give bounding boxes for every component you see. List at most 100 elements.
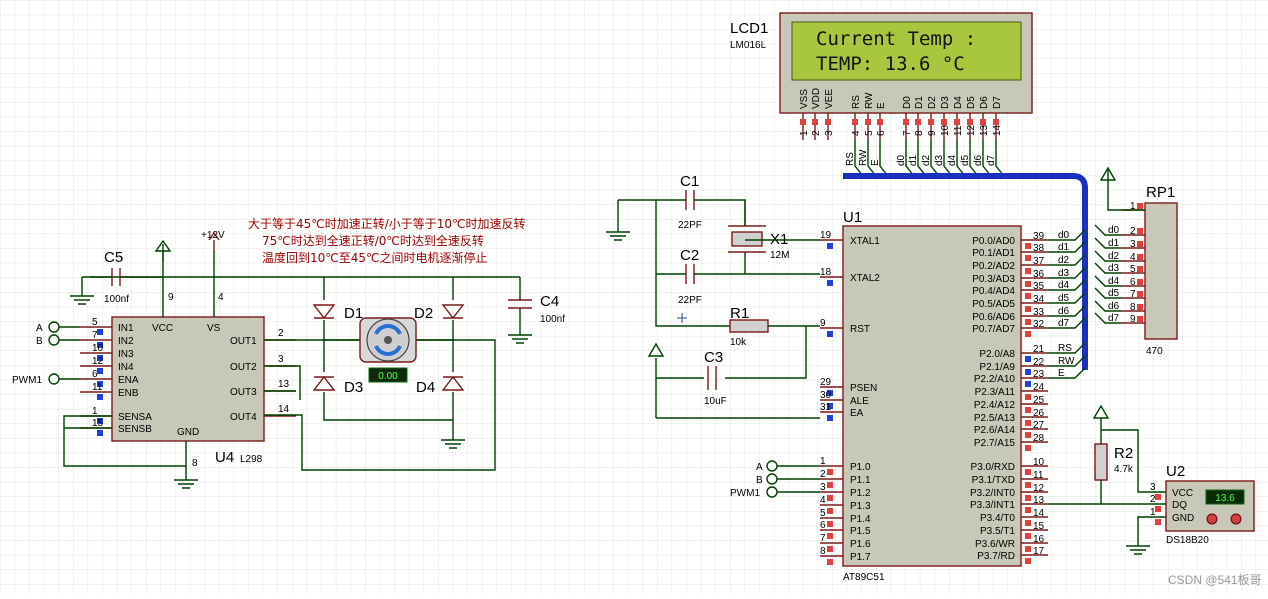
u1-pin-dot xyxy=(827,482,833,488)
u1-p3-pin-name: P3.3/INT1 xyxy=(970,500,1015,511)
u4-right-pin-number: 3 xyxy=(278,354,284,365)
u4-input-terminal[interactable] xyxy=(48,373,60,385)
schematic-canvas: Current Temp : TEMP: 13.6 °C LCD1 LM016L… xyxy=(0,0,1268,594)
lcd-net-label: d7 xyxy=(986,154,997,166)
u4-left-pin-name: IN4 xyxy=(118,362,134,373)
u4-left-pin-number: 7 xyxy=(92,330,98,341)
u1-pin-dot xyxy=(1025,507,1031,513)
r1-value: 10k xyxy=(730,337,747,348)
rp1-value: 470 xyxy=(1146,346,1163,357)
c1-value: 22PF xyxy=(678,220,702,231)
lcd-pin-dot xyxy=(928,119,934,125)
u1-left-pin-name: PSEN xyxy=(850,383,877,394)
lcd-net-label: d4 xyxy=(947,154,958,166)
u2-pin-name: DQ xyxy=(1172,500,1187,511)
u1-input-terminal[interactable] xyxy=(766,473,778,485)
u1-left-pin-number: 18 xyxy=(820,267,832,278)
u1-p2-pin-name: P2.3/A11 xyxy=(975,387,1016,398)
u4-gnd-label: GND xyxy=(177,427,199,438)
rp1-net: d3 xyxy=(1108,263,1120,274)
lcd-pin-dot xyxy=(825,119,831,125)
u1-pin-dot xyxy=(827,546,833,552)
u2-pin-number: 3 xyxy=(1150,482,1156,493)
u4-pin-dot xyxy=(97,430,103,436)
rp1-net: d5 xyxy=(1108,288,1120,299)
u2-reading: 13.6 xyxy=(1215,493,1235,504)
u4-input-terminal[interactable] xyxy=(48,334,60,346)
u4-left-pin-name: IN3 xyxy=(118,349,134,360)
u2-increase-button[interactable] xyxy=(1230,513,1242,525)
u1-p2-net: RS xyxy=(1058,343,1072,354)
background-grid xyxy=(0,0,1268,594)
lcd-pin-number: 3 xyxy=(824,130,835,136)
u1-pin-dot xyxy=(1025,495,1031,501)
u1-input-terminal[interactable] xyxy=(766,460,778,472)
lcd-pin-number: 1 xyxy=(799,130,810,136)
u4-input-terminal[interactable] xyxy=(48,321,60,333)
u1-left-pin-number: 1 xyxy=(820,456,826,467)
u4-right-pin-number: 14 xyxy=(278,404,290,415)
u1-p3-pin-number: 13 xyxy=(1033,495,1045,506)
u1-left-pin-name: ALE xyxy=(850,396,869,407)
u1-p2-pin-name: P2.5/A13 xyxy=(974,413,1016,424)
x1-value: 12M xyxy=(770,250,789,261)
lcd-pin-name: VDD xyxy=(811,88,822,109)
u2-pin-number: 2 xyxy=(1150,494,1156,505)
u2-pin-name: VCC xyxy=(1172,488,1193,499)
u2-decrease-button[interactable] xyxy=(1206,513,1218,525)
lcd-pin-number: 13 xyxy=(979,124,990,136)
u1-p0-pin-number: 34 xyxy=(1033,294,1045,305)
lcd-ref: LCD1 xyxy=(730,20,768,37)
rp1-pin-dot xyxy=(1137,241,1143,247)
u1-p0-pin-name: P0.3/AD3 xyxy=(972,274,1015,285)
u1-p2-pin-number: 25 xyxy=(1033,395,1045,406)
lcd-pin-number: 8 xyxy=(914,130,925,136)
lcd-net-label: E xyxy=(870,159,881,166)
u2-pin-dot xyxy=(1155,494,1161,500)
u4-input-label: PWM1 xyxy=(12,375,42,386)
u2-pin-dot xyxy=(1155,506,1161,512)
u4-left-pin-number: 6 xyxy=(92,369,98,380)
u1-input-terminal[interactable] xyxy=(766,486,778,498)
u2-pin-dot xyxy=(1155,519,1161,525)
u4-pin-dot xyxy=(97,329,103,335)
u1-pin-dot xyxy=(827,243,833,249)
u4-pin8: 8 xyxy=(192,458,198,469)
u1-p2-pin-number: 21 xyxy=(1033,344,1045,355)
u1-pin-dot xyxy=(1025,432,1031,438)
rp1-pin-dot xyxy=(1137,279,1143,285)
rp1-pin-dot xyxy=(1137,266,1143,272)
u1-p3-pin-number: 17 xyxy=(1033,546,1045,557)
u1-pin-dot xyxy=(1025,445,1031,451)
u1-pin-dot xyxy=(1025,319,1031,325)
u1-p2-pin-number: 27 xyxy=(1033,420,1045,431)
u4-left-pin-name: IN2 xyxy=(118,336,134,347)
u1-input-label: B xyxy=(756,475,763,486)
u4-left-pin-number: 11 xyxy=(92,382,103,393)
lcd-pin-dot xyxy=(980,119,986,125)
rp1-pin-number: 5 xyxy=(1130,264,1136,275)
u1-left-pin-number: 19 xyxy=(820,230,832,241)
lcd-line-1: Current Temp : xyxy=(816,28,976,50)
u1-pin-dot xyxy=(1025,533,1031,539)
u1-pin-dot xyxy=(827,533,833,539)
rp1-net: d1 xyxy=(1108,238,1120,249)
u1-p3-pin-number: 10 xyxy=(1033,457,1045,468)
lcd-part: LM016L xyxy=(730,40,767,51)
lcd-pin-number: 7 xyxy=(902,130,913,136)
c5-ref: C5 xyxy=(104,249,123,266)
u4-right-pin-number: 2 xyxy=(278,328,284,339)
rp1-pin-number: 4 xyxy=(1130,252,1136,263)
u1-pin-dot xyxy=(827,508,833,514)
u1-left-pin-number: 9 xyxy=(820,318,826,329)
u4-pin9: 9 xyxy=(168,292,174,303)
u1-p0-pin-number: 37 xyxy=(1033,256,1045,267)
rp1-pin-dot xyxy=(1137,203,1143,209)
rp1-pin-number: 7 xyxy=(1130,289,1136,300)
lcd-pin-name: D2 xyxy=(927,96,938,109)
u1-p3-pin-number: 11 xyxy=(1033,470,1044,481)
u1-pin-dot xyxy=(1025,331,1031,337)
resistor-pack-rp1[interactable]: RP1 470 xyxy=(1144,184,1178,357)
u1-p2-pin-name: P2.2/A10 xyxy=(974,374,1016,385)
u1-pin-dot xyxy=(1025,381,1031,387)
